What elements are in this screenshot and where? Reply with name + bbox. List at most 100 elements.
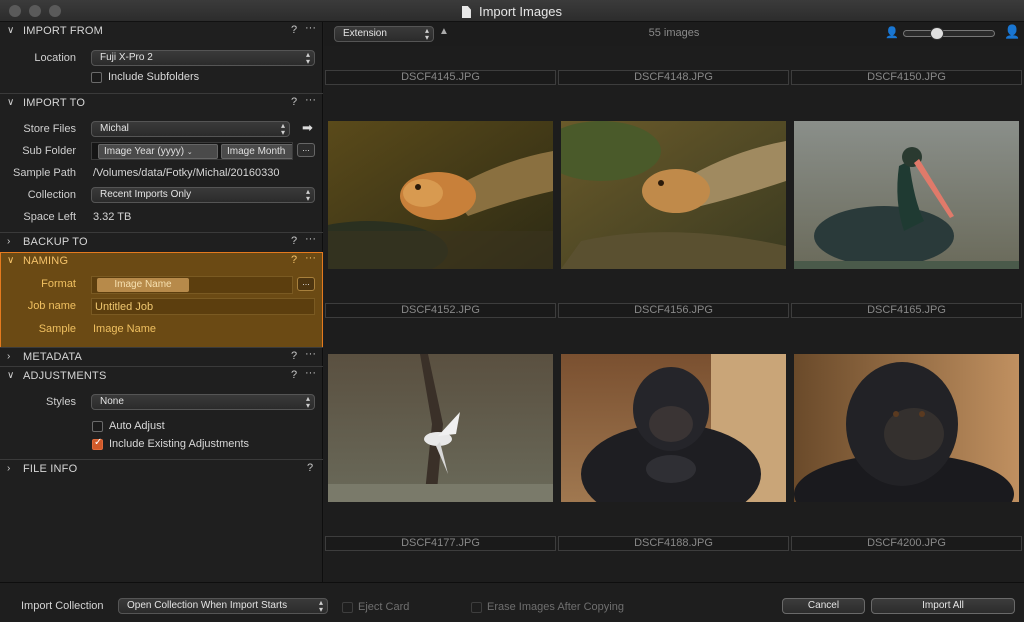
updown-arrows-icon: ▴ ▾ [305, 50, 310, 66]
collection-select[interactable]: Recent Imports Only ▴ ▾ [91, 187, 315, 203]
erase-images-checkbox[interactable] [471, 602, 482, 613]
more-icon[interactable]: ··· [305, 233, 316, 245]
cancel-label: Cancel [807, 600, 840, 611]
section-title: ADJUSTMENTS [23, 370, 107, 382]
sample-label: Sample [38, 323, 76, 335]
import-collection-select[interactable]: Open Collection When Import Starts ▴ ▾ [118, 598, 328, 614]
help-icon[interactable]: ? [291, 350, 297, 362]
sub-folder-token-year[interactable]: Image Year (yyyy) ⌄ [98, 144, 218, 159]
ellipsis-label: ... [302, 277, 310, 287]
footer-bar: Import Collection Open Collection When I… [0, 582, 1024, 622]
token-label: Image Year (yyyy) [104, 146, 185, 157]
naming-section: ∨ NAMING ? ··· Format Image Name ... Job… [0, 252, 323, 348]
updown-arrows-icon: ▴ ▾ [318, 598, 323, 614]
gorilla-photo [794, 354, 1019, 502]
help-icon[interactable]: ? [307, 462, 313, 474]
thumbnail-image[interactable] [561, 354, 786, 502]
include-subfolders-label: Include Subfolders [108, 71, 200, 83]
help-icon[interactable]: ? [291, 24, 297, 36]
thumbnail-filename: DSCF4148.JPG [558, 70, 789, 85]
store-files-select[interactable]: Michal ▴ ▾ [91, 121, 290, 137]
section-title: BACKUP TO [23, 236, 88, 248]
chevron-down-icon: ⌄ [186, 149, 193, 156]
format-field[interactable]: Image Name [91, 276, 293, 294]
help-icon[interactable]: ? [291, 96, 297, 108]
section-adjustments[interactable]: ∨ ADJUSTMENTS ? ··· [0, 366, 323, 385]
thumbnail-image[interactable] [328, 354, 553, 502]
include-existing-adjustments-checkbox[interactable] [92, 437, 103, 450]
more-icon[interactable]: ··· [305, 367, 316, 379]
sample-value: Image Name [93, 323, 156, 335]
updown-arrows-icon: ▴ ▾ [424, 26, 429, 42]
job-name-input[interactable]: Untitled Job [91, 298, 315, 315]
thumbnail-image[interactable] [328, 121, 553, 269]
section-file-info[interactable]: › FILE INFO ? [0, 459, 323, 478]
image-count: 55 images [648, 27, 700, 39]
help-icon[interactable]: ? [291, 235, 297, 247]
thumbnail-image[interactable] [561, 121, 786, 269]
styles-select[interactable]: None ▴ ▾ [91, 394, 315, 410]
styles-label: Styles [46, 396, 76, 408]
include-subfolders-checkbox[interactable] [91, 72, 102, 83]
eject-card-checkbox[interactable] [342, 602, 353, 613]
gull-photo [328, 354, 553, 502]
thumbnail-filename: DSCF4156.JPG [558, 303, 789, 318]
thumbnail-image[interactable] [794, 354, 1019, 502]
arrow-right-icon[interactable]: ➡ [302, 120, 313, 136]
erase-images-label: Erase Images After Copying [487, 601, 624, 613]
help-icon[interactable]: ? [291, 369, 297, 381]
more-icon[interactable]: ··· [305, 252, 316, 264]
section-import-from[interactable]: ∨ IMPORT FROM ? ··· [0, 22, 323, 41]
thumbnail-filename: DSCF4152.JPG [325, 303, 556, 318]
format-token[interactable]: Image Name [97, 278, 189, 292]
section-metadata[interactable]: › METADATA ? ··· [0, 347, 323, 366]
sort-select[interactable]: Extension ▴ ▾ [334, 26, 434, 42]
section-import-to[interactable]: ∨ IMPORT TO ? ··· [0, 93, 323, 112]
section-title: FILE INFO [23, 463, 78, 475]
format-token-label: Image Name [114, 279, 172, 290]
more-icon[interactable]: ··· [305, 22, 316, 34]
sub-folder-field[interactable]: Image Year (yyyy) ⌄ Image Month [91, 142, 293, 160]
section-naming[interactable]: ∨ NAMING ? ··· [0, 252, 323, 271]
store-files-value: Michal [100, 123, 129, 134]
location-select[interactable]: Fuji X-Pro 2 ▴ ▾ [91, 50, 315, 66]
updown-arrows-icon: ▴ ▾ [305, 394, 310, 410]
section-title: IMPORT FROM [23, 25, 104, 37]
sub-folder-token-month[interactable]: Image Month [221, 144, 292, 159]
sort-direction-icon[interactable]: ▲ [439, 26, 449, 37]
person-large-icon: 👤 [1004, 24, 1021, 39]
token-label: Image Month [227, 146, 286, 157]
browser-toolbar: Extension ▴ ▾ ▲ 55 images 👤 👤 [324, 22, 1024, 46]
sub-folder-label: Sub Folder [22, 145, 76, 157]
chevron-down-icon: ∨ [7, 370, 15, 381]
help-icon[interactable]: ? [291, 254, 297, 266]
format-edit-button[interactable]: ... [297, 277, 315, 291]
cancel-button[interactable]: Cancel [782, 598, 865, 614]
thumbnail-image[interactable] [794, 121, 1019, 269]
chevron-down-icon: ∨ [7, 255, 15, 266]
section-backup-to[interactable]: › BACKUP TO ? ··· [0, 232, 323, 251]
import-all-button[interactable]: Import All [871, 598, 1015, 614]
thumbnail-size-slider[interactable] [903, 27, 995, 40]
collection-value: Recent Imports Only [100, 189, 192, 200]
job-name-value: Untitled Job [95, 301, 154, 313]
space-left-label: Space Left [23, 211, 76, 223]
chevron-down-icon: ∨ [7, 25, 15, 36]
chevron-right-icon: › [7, 236, 11, 247]
updown-arrows-icon: ▴ ▾ [305, 187, 310, 203]
title-bar: Import Images [0, 0, 1024, 22]
auto-adjust-checkbox[interactable] [92, 421, 103, 432]
section-title: IMPORT TO [23, 97, 86, 109]
import-all-label: Import All [922, 600, 964, 611]
store-files-label: Store Files [23, 123, 76, 135]
more-icon[interactable]: ··· [305, 348, 316, 360]
reptile-photo [561, 121, 786, 269]
ellipsis-label: ... [302, 143, 310, 153]
include-existing-adjustments-label: Include Existing Adjustments [109, 438, 250, 450]
sub-folder-edit-button[interactable]: ... [297, 143, 315, 157]
slider-thumb[interactable] [930, 27, 944, 40]
thumbnail-filename: DSCF4188.JPG [558, 536, 789, 551]
format-label: Format [41, 278, 76, 290]
thumbnail-filename: DSCF4200.JPG [791, 536, 1022, 551]
more-icon[interactable]: ··· [305, 94, 316, 106]
